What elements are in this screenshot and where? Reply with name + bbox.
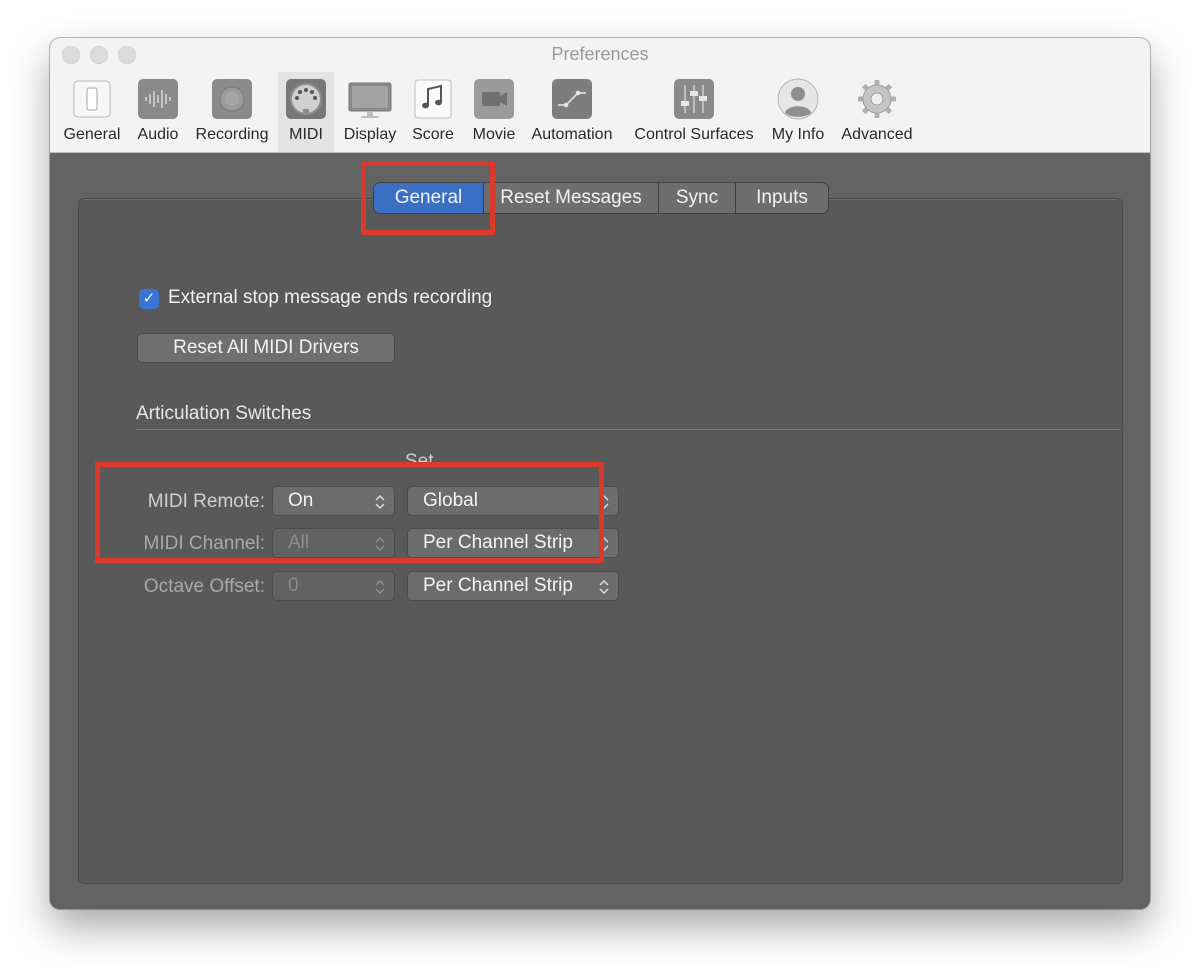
up-down-chevron-icon	[375, 580, 385, 594]
octave-offset-label: Octave Offset:	[143, 576, 265, 597]
window-title: Preferences	[551, 44, 649, 64]
advanced-gear-icon	[858, 80, 896, 118]
toolbar-item-my-info[interactable]: My Info	[766, 72, 830, 152]
toolbar-label: Movie	[472, 126, 516, 143]
section-divider	[136, 429, 1121, 430]
preferences-content: ✓ External stop message ends recording R…	[50, 153, 1150, 909]
control-surfaces-fader-icon	[674, 79, 714, 119]
up-down-chevron-icon	[599, 580, 609, 594]
general-switch-icon	[73, 80, 111, 118]
toolbar-label: General	[63, 126, 121, 143]
tab-sync[interactable]: Sync	[659, 183, 736, 213]
external-stop-label: External stop message ends recording	[168, 287, 493, 308]
recording-icon	[212, 79, 252, 119]
toolbar-item-midi[interactable]: MIDI	[278, 72, 334, 152]
octave-offset-popup[interactable]: 0	[272, 571, 395, 601]
toolbar-item-automation[interactable]: Automation	[526, 72, 618, 152]
octave-offset-set-value: Per Channel Strip	[423, 575, 573, 596]
toolbar-item-score[interactable]: Score	[406, 72, 460, 152]
toolbar-item-control-surfaces[interactable]: Control Surfaces	[626, 72, 762, 152]
toolbar-item-movie[interactable]: Movie	[464, 72, 524, 152]
toolbar-label: Automation	[531, 126, 613, 143]
audio-waveform-icon	[138, 79, 178, 119]
toolbar-label: Score	[412, 126, 454, 143]
toolbar-label: Recording	[195, 126, 269, 143]
score-note-icon	[414, 79, 452, 119]
reset-all-midi-drivers-button[interactable]: Reset All MIDI Drivers	[137, 333, 395, 363]
toolbar-label: My Info	[771, 126, 825, 143]
toolbar-label: Audio	[137, 126, 179, 143]
toolbar-item-audio[interactable]: Audio	[130, 72, 186, 152]
movie-camera-icon	[474, 79, 514, 119]
octave-offset-value: 0	[288, 575, 299, 596]
toolbar-item-display[interactable]: Display	[338, 72, 402, 152]
tab-reset-messages[interactable]: Reset Messages	[484, 183, 659, 213]
toolbar-item-recording[interactable]: Recording	[190, 72, 274, 152]
display-monitor-icon	[348, 82, 392, 118]
toolbar-label: MIDI	[289, 126, 323, 143]
toolbar-item-advanced[interactable]: Advanced	[834, 72, 920, 152]
toolbar-label: Display	[343, 126, 397, 143]
toolbar-label: Control Surfaces	[634, 126, 754, 143]
general-tab-highlight	[361, 161, 495, 235]
tab-inputs[interactable]: Inputs	[736, 183, 828, 213]
toolbar-item-general[interactable]: General	[58, 72, 126, 152]
midi-rows-highlight	[95, 462, 604, 563]
midi-connector-icon	[286, 79, 326, 119]
title-bar: Preferences General Audio Recording MIDI…	[50, 38, 1150, 153]
articulation-switches-heading: Articulation Switches	[136, 403, 312, 424]
octave-offset-set-popup[interactable]: Per Channel Strip	[407, 571, 619, 601]
preferences-window: Preferences General Audio Recording MIDI…	[50, 38, 1150, 909]
toolbar-label: Advanced	[841, 126, 913, 143]
external-stop-checkbox[interactable]: ✓	[139, 289, 159, 309]
user-avatar-icon	[777, 78, 819, 120]
automation-curve-icon	[552, 79, 592, 119]
